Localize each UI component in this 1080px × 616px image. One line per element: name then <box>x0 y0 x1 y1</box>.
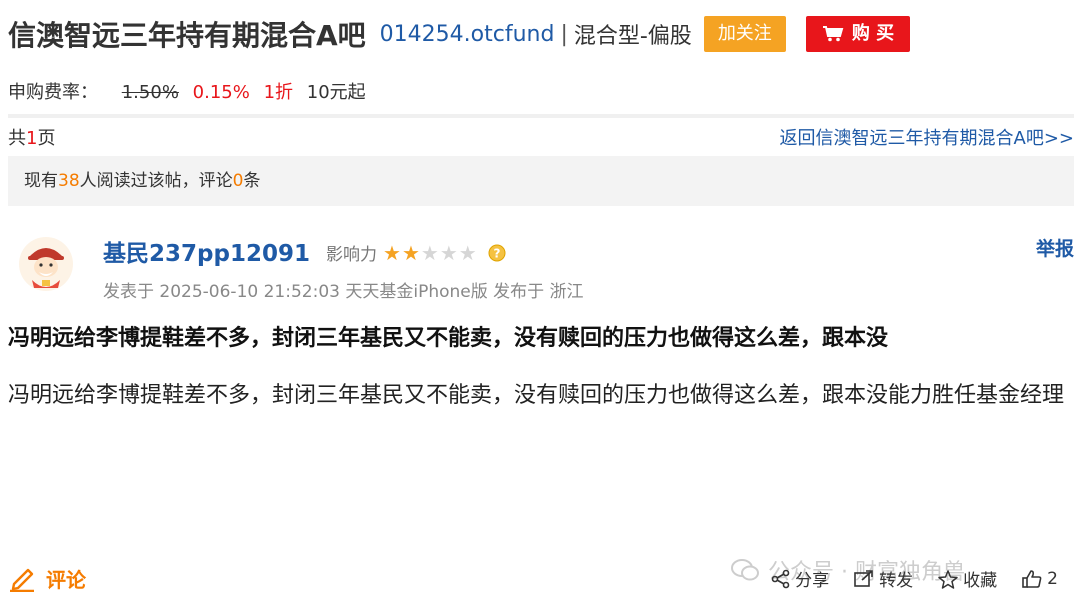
cart-icon <box>822 26 844 42</box>
star-empty-icon: ★ <box>458 240 477 265</box>
header-separator: | <box>560 21 568 47</box>
post-meta: 发表于 2025-06-10 21:52:03 天天基金iPhone版 发布于 … <box>103 282 584 302</box>
min-amount: 10元起 <box>306 82 366 103</box>
favorite-label: 收藏 <box>963 571 998 591</box>
star-filled-icon: ★ <box>383 240 401 265</box>
follow-button[interactable]: 加关注 <box>703 16 786 52</box>
favorite-button[interactable]: 收藏 <box>937 566 997 591</box>
share-button[interactable]: 分享 <box>771 566 829 591</box>
comment-label: 评论 <box>46 568 86 592</box>
fund-type: 混合型-偏股 <box>573 24 692 49</box>
comment-button[interactable]: 评论 <box>8 564 86 593</box>
post-title: 冯明远给李博提鞋差不多，封闭三年基民又不能卖，没有赎回的压力也做得这么差，跟本没 <box>8 326 889 351</box>
read-stats-bar: 现有38人阅读过该帖，评论0条 <box>8 156 1074 206</box>
page-count: 共1页 <box>8 128 56 149</box>
fee-label: 申购费率： <box>8 82 98 103</box>
post-actions: 分享 转发 收藏 2 <box>747 566 1058 591</box>
pagination-bar: 共1页 返回信澳智远三年持有期混合A吧>> <box>8 124 1074 152</box>
pencil-icon <box>10 568 34 592</box>
influence-label: 影响力 <box>326 245 377 265</box>
star-empty-icon: ★ <box>420 240 439 265</box>
read-stats-text: 现有38人阅读过该帖，评论0条 <box>24 171 261 191</box>
influence-stars: ★ ★ ★ ★ ★ <box>383 243 478 263</box>
current-rate: 0.15% <box>192 82 250 103</box>
post-body: 冯明远给李博提鞋差不多，封闭三年基民又不能卖，没有赎回的压力也做得这么差，跟本没… <box>8 383 1065 408</box>
forward-icon <box>854 569 873 587</box>
help-icon[interactable]: ? <box>488 244 506 262</box>
buy-button-label: 购 买 <box>851 23 895 44</box>
star-outline-icon <box>938 569 958 589</box>
fund-code-link[interactable]: 014254.otcfund <box>380 22 555 47</box>
forward-button[interactable]: 转发 <box>853 566 913 591</box>
fee-info: 申购费率： 1.50% 0.15% 1折 10元起 <box>8 78 366 104</box>
original-rate: 1.50% <box>121 82 179 103</box>
share-icon <box>771 569 790 588</box>
influence-rating: 影响力 ★ ★ ★ ★ ★ ? <box>326 240 506 265</box>
like-button[interactable]: 2 <box>1021 569 1058 589</box>
svg-text:?: ? <box>493 246 500 260</box>
buy-button[interactable]: 购 买 <box>805 16 911 52</box>
fund-name[interactable]: 信澳智远三年持有期混合A吧 <box>8 14 366 54</box>
username-link[interactable]: 基民237pp12091 <box>103 234 310 268</box>
discount-badge: 1折 <box>263 82 294 103</box>
user-avatar[interactable] <box>18 236 74 292</box>
report-link[interactable]: 举报 <box>1036 234 1074 261</box>
star-filled-icon: ★ <box>401 240 420 265</box>
like-count: 2 <box>1047 568 1058 589</box>
share-label: 分享 <box>795 571 830 591</box>
forward-label: 转发 <box>879 571 914 591</box>
thumbs-up-icon <box>1022 569 1042 588</box>
star-empty-icon: ★ <box>439 240 458 265</box>
divider <box>8 114 1074 118</box>
back-to-forum-link[interactable]: 返回信澳智远三年持有期混合A吧>> <box>780 124 1074 150</box>
fund-header: 信澳智远三年持有期混合A吧 014254.otcfund | 混合型-偏股 加关… <box>8 12 911 56</box>
